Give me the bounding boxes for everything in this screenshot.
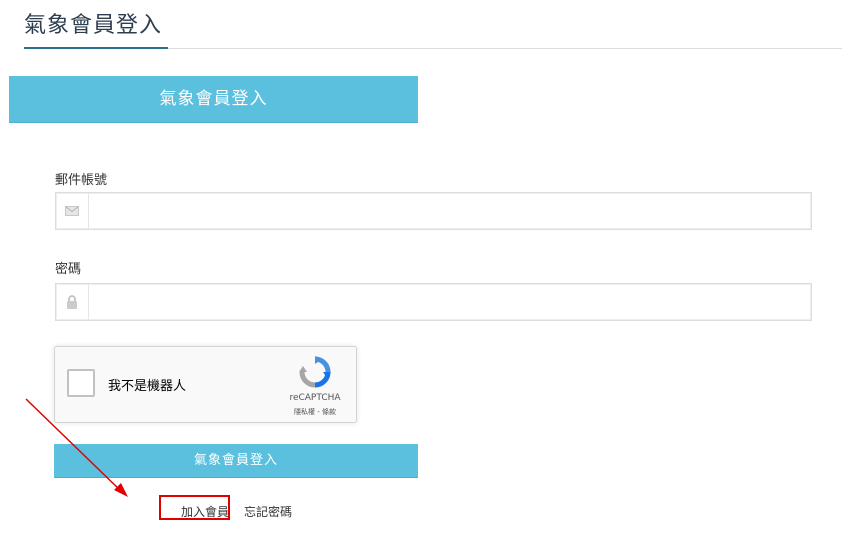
red-arrow-icon bbox=[25, 398, 128, 497]
